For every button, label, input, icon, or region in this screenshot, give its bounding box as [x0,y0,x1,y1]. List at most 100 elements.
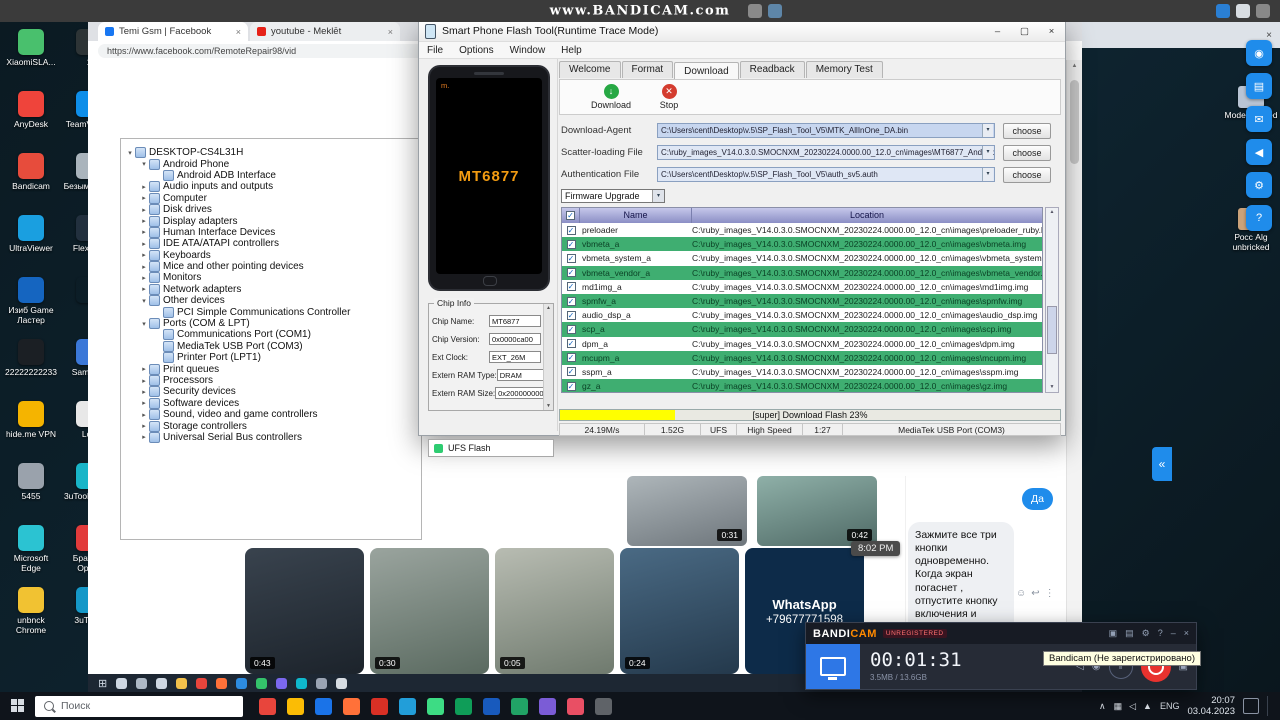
toolbar-icon[interactable]: ✉ [1246,106,1272,132]
taskbar-app-icon[interactable] [236,677,248,689]
tree-expander-icon[interactable]: ▸ [139,388,149,396]
tree-expander-icon[interactable]: ▸ [139,422,149,430]
tree-item[interactable]: ▾ Android Phone [123,158,421,170]
choose-button[interactable]: choose [1003,122,1051,139]
browser-tab-youtube[interactable]: youtube - Meklēt × [250,22,400,41]
tree-item[interactable]: ▸ Print queues [123,363,421,375]
row-checkbox[interactable] [562,225,580,235]
tree-expander-icon[interactable]: ▸ [139,263,149,271]
toolbar-icon[interactable]: ▤ [1246,73,1272,99]
app-icon[interactable] [1216,4,1230,18]
tree-item[interactable]: ▸ Monitors [123,272,421,284]
tray-icon[interactable]: ◁ [1129,701,1136,712]
video-thumbnail[interactable]: 0:42 [757,476,877,546]
location-column-header[interactable]: Location [692,208,1042,223]
desktop-shortcut[interactable]: 5455 [2,458,60,520]
tree-expander-icon[interactable]: ▸ [139,274,149,282]
scrollbar-thumb[interactable] [1047,306,1057,354]
taskbar-app-icon[interactable] [343,697,360,715]
bandicam-toolbar-icon[interactable]: ? [1158,628,1163,639]
tree-item[interactable]: ▸ Sound, video and game controllers [123,409,421,421]
scroll-down-icon[interactable]: ▼ [1046,383,1058,392]
tree-expander-icon[interactable]: ▸ [139,377,149,385]
row-checkbox[interactable] [562,324,580,334]
partition-row[interactable]: sspm_a C:\ruby_images_V14.0.3.0.SMOCNXM_… [562,365,1042,379]
tree-item[interactable]: ▾ DESKTOP-CS4L31H [123,147,421,159]
tree-expander-icon[interactable]: ▸ [139,399,149,407]
tree-item[interactable]: PCI Simple Communications Controller [123,306,421,318]
tree-item[interactable]: ▸ Audio inputs and outputs [123,181,421,193]
minimize-icon[interactable] [1236,4,1250,18]
row-checkbox[interactable] [562,339,580,349]
tray-icon[interactable]: ▲ [1143,701,1152,712]
flash-tool-tab[interactable]: Format [621,61,674,78]
taskbar-app-icon[interactable] [595,697,612,715]
row-checkbox[interactable] [562,353,580,363]
desktop-shortcut[interactable]: AnyDesk [2,86,60,148]
video-thumbnail[interactable]: 0:05 [495,548,614,674]
partition-row[interactable]: mcupm_a C:\ruby_images_V14.0.3.0.SMOCNXM… [562,350,1042,365]
bandicam-titlebar[interactable]: BANDICAM UNREGISTERED ▣ ▤ ⚙? – × [806,623,1196,644]
close-tab-icon[interactable]: × [388,27,393,37]
tree-item[interactable]: ▸ Disk drives [123,204,421,216]
language-indicator[interactable]: ENG [1160,701,1180,711]
desktop-shortcut[interactable]: 22222222233 [2,334,60,396]
close-icon[interactable] [1256,4,1270,18]
address-input[interactable]: https://www.facebook.com/RemoteRepair98/… [98,43,428,58]
menu-item[interactable]: Options [451,45,501,56]
taskbar-app-icon[interactable] [539,697,556,715]
taskbar-app-icon[interactable] [455,697,472,715]
tree-expander-icon[interactable]: ▸ [139,183,149,191]
tree-item[interactable]: ▸ Processors [123,375,421,386]
tray-icon[interactable]: ▦ [1114,701,1123,712]
choose-button[interactable]: choose [1003,166,1051,183]
partition-row[interactable]: dpm_a C:\ruby_images_V14.0.3.0.SMOCNXM_2… [562,337,1042,351]
partition-row[interactable]: preloader C:\ruby_images_V14.0.3.0.SMOCN… [562,223,1042,237]
browser-tab-facebook[interactable]: Temi Gsm | Facebook × [98,22,248,41]
row-checkbox[interactable] [562,282,580,292]
tree-item[interactable]: ▸ Human Interface Devices [123,226,421,238]
partition-row[interactable]: vbmeta_system_a C:\ruby_images_V14.0.3.0… [562,251,1042,265]
partition-row[interactable]: audio_dsp_a C:\ruby_images_V14.0.3.0.SMO… [562,308,1042,322]
tree-expander-icon[interactable]: ▾ [125,149,135,157]
maximize-icon[interactable]: ▢ [1011,26,1038,37]
tree-expander-icon[interactable]: ▾ [139,297,149,305]
partition-row[interactable]: gz_a C:\ruby_images_V14.0.3.0.SMOCNXM_20… [562,379,1042,392]
row-checkbox[interactable] [562,253,580,263]
desktop-shortcut[interactable]: Microsoft Edge [2,520,60,582]
partition-row[interactable]: vbmeta_a C:\ruby_images_V14.0.3.0.SMOCNX… [562,237,1042,252]
tree-item[interactable]: ▸ Mice and other pointing devices [123,261,421,273]
tree-item[interactable]: MediaTek USB Port (COM3) [123,340,421,352]
tree-item[interactable]: ▾ Other devices [123,295,421,307]
tree-expander-icon[interactable]: ▾ [139,160,149,168]
chat-action-icon[interactable]: ⋮ [1045,588,1055,599]
start-icon[interactable] [11,699,25,713]
taskbar-app-icon[interactable] [276,677,288,689]
taskbar-app-icon[interactable] [136,677,148,689]
taskbar-app-icon[interactable] [427,697,444,715]
collapse-chevron-button[interactable]: « [1152,447,1172,481]
tree-expander-icon[interactable]: ▾ [139,320,149,328]
toolbar-icon[interactable]: ◀ [1246,139,1272,165]
row-checkbox[interactable] [562,296,580,306]
taskbar-app-icon[interactable] [371,697,388,715]
tree-expander-icon[interactable]: ▸ [139,285,149,293]
row-checkbox[interactable] [562,381,580,391]
tree-item[interactable]: ▸ Keyboards [123,249,421,261]
table-scrollbar[interactable]: ▲ ▼ [1045,207,1059,393]
tree-expander-icon[interactable]: ▸ [139,365,149,373]
show-desktop-button[interactable] [1267,696,1272,716]
video-thumbnail[interactable]: 0:43 [245,548,364,674]
menu-item[interactable]: Window [502,45,554,56]
row-checkbox[interactable] [562,310,580,320]
flash-tool-titlebar[interactable]: Smart Phone Flash Tool(Runtime Trace Mod… [419,21,1065,42]
video-thumbnail[interactable]: 0:30 [370,548,489,674]
taskbar-app-icon[interactable] [511,697,528,715]
taskbar-app-icon[interactable] [483,697,500,715]
tree-expander-icon[interactable]: ▸ [139,206,149,214]
taskbar-search-box[interactable]: Поиск [35,695,243,717]
taskbar-app-icon[interactable] [567,697,584,715]
tree-expander-icon[interactable]: ▸ [139,217,149,225]
taskbar-app-icon[interactable] [156,677,168,689]
taskbar-app-icon[interactable] [316,677,328,689]
